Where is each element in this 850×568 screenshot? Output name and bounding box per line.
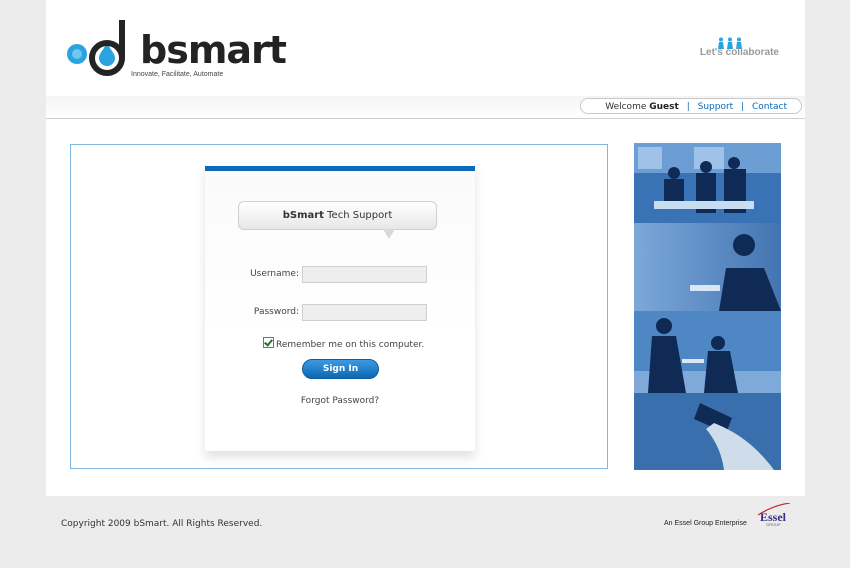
password-input[interactable] xyxy=(302,304,427,321)
nav-pill: Welcome Guest | Support | Contact xyxy=(580,98,802,114)
support-link[interactable]: Support xyxy=(698,102,734,112)
contact-link[interactable]: Contact xyxy=(752,102,787,112)
login-title-text: Tech Support xyxy=(323,210,393,221)
username-label: Username: xyxy=(250,269,299,279)
welcome-text: Welcome xyxy=(605,102,647,112)
remember-label: Remember me on this computer. xyxy=(276,340,425,350)
bsmart-logo[interactable]: bsmart Innovate, Facilitate, Automate xyxy=(67,18,287,82)
forgot-password-link[interactable]: Forgot Password? xyxy=(205,396,475,406)
login-title-brand: bSmart xyxy=(282,210,324,221)
handshake-photo xyxy=(634,311,781,393)
phone-photo xyxy=(634,393,781,470)
nav-separator: | xyxy=(686,102,690,112)
remember-checkbox[interactable] xyxy=(263,337,274,348)
top-nav-bar: Welcome Guest | Support | Contact xyxy=(46,96,805,119)
bubble-tail xyxy=(383,229,395,239)
copyright-text: Copyright 2009 bSmart. All Rights Reserv… xyxy=(61,519,263,529)
page-container: bsmart Innovate, Facilitate, Automate Le… xyxy=(46,0,805,496)
business-photo-collage xyxy=(634,143,781,470)
nav-separator: | xyxy=(741,102,745,112)
collaborate-text: Let's collaborate xyxy=(699,47,779,58)
team-photo xyxy=(634,143,781,223)
username-display: Guest xyxy=(649,102,679,112)
sign-in-button[interactable]: Sign In xyxy=(302,359,379,379)
logo-tagline: Innovate, Facilitate, Automate xyxy=(131,71,224,78)
username-input[interactable] xyxy=(302,266,427,283)
svg-text:GROUP: GROUP xyxy=(766,522,781,527)
login-card: bSmart Tech Support Username: Password: … xyxy=(205,166,475,451)
login-panel: bSmart Tech Support Username: Password: … xyxy=(70,144,608,469)
essel-logo: Essel GROUP xyxy=(756,502,792,527)
essel-group-text: An Essel Group Enterprise xyxy=(664,520,747,527)
login-title-bubble: bSmart Tech Support xyxy=(238,201,437,230)
password-label: Password: xyxy=(253,307,299,317)
essel-swoosh-icon: Essel GROUP xyxy=(757,502,791,527)
logo-wordmark: bsmart xyxy=(140,28,287,72)
logo-drop-icon xyxy=(67,20,125,76)
collaborate-badge: Let's collaborate xyxy=(679,37,779,67)
woman-photo xyxy=(634,223,781,311)
remember-me-row[interactable]: Remember me on this computer. xyxy=(263,337,424,350)
